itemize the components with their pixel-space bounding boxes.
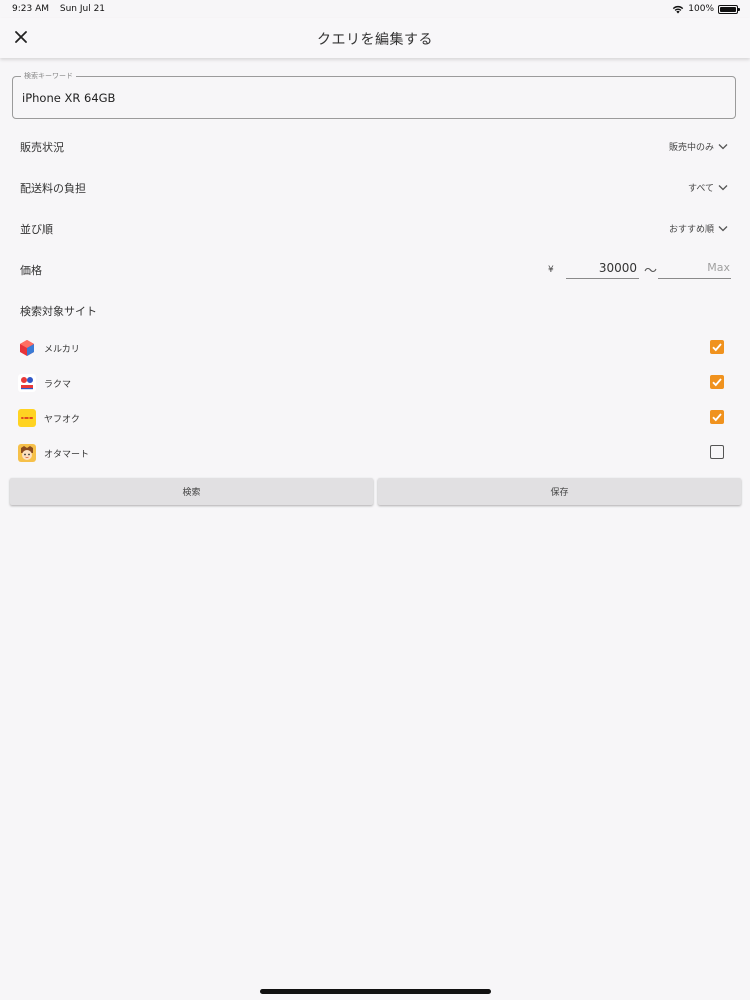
sites-row: 検索対象サイト — [20, 300, 730, 320]
sale-status-value: 販売中のみ — [668, 143, 714, 153]
app-bar: クエリを編集する — [0, 18, 750, 58]
shipping-row: 配送料の負担 すべて — [20, 177, 730, 197]
site-label: ラクマ — [44, 380, 72, 390]
site-item-rakuma[interactable]: ラクマ — [18, 373, 726, 393]
price-min-input[interactable]: 30000 — [566, 259, 639, 279]
chevron-down-icon — [718, 226, 728, 232]
yahuoku-icon — [18, 409, 36, 427]
sale-status-dropdown[interactable]: 販売中のみ — [669, 140, 728, 153]
otamart-icon — [18, 444, 36, 462]
status-right: 100% — [672, 4, 740, 14]
page-title: クエリを編集する — [317, 32, 433, 48]
wifi-icon — [673, 5, 684, 13]
search-button[interactable]: 検索 — [10, 478, 373, 505]
rakuma-icon — [18, 374, 36, 392]
sort-value: おすすめ順 — [668, 225, 714, 235]
status-time: 9:23 AM — [12, 4, 49, 14]
site-item-mercari[interactable]: メルカリ — [18, 338, 726, 358]
sites-label: 検索対象サイト — [20, 305, 97, 318]
checkmark-icon — [712, 378, 722, 387]
price-separator: ～ — [644, 264, 658, 279]
sort-dropdown[interactable]: おすすめ順 — [669, 222, 728, 235]
shipping-dropdown[interactable]: すべて — [688, 181, 728, 194]
price-max-input[interactable]: Max — [658, 259, 731, 279]
site-checkbox-mercari[interactable] — [710, 340, 724, 354]
site-item-otamart[interactable]: オタマート — [18, 443, 726, 463]
site-label: ヤフオク — [44, 415, 80, 425]
status-left: 9:23 AM Sun Jul 21 — [12, 4, 113, 14]
sort-label: 並び順 — [20, 223, 53, 236]
site-item-yahuoku[interactable]: ヤフオク — [18, 408, 726, 428]
site-checkbox-otamart[interactable] — [710, 445, 724, 459]
price-label: 価格 — [20, 264, 42, 277]
battery-percent: 100% — [688, 4, 714, 14]
shipping-label: 配送料の負担 — [20, 182, 86, 195]
sale-status-label: 販売状況 — [20, 141, 64, 154]
checkmark-icon — [712, 343, 722, 352]
currency-symbol: ¥ — [548, 265, 554, 275]
sort-row: 並び順 おすすめ順 — [20, 218, 730, 238]
checkmark-icon — [712, 413, 722, 422]
keyword-input[interactable] — [22, 89, 712, 107]
mercari-icon — [18, 339, 36, 357]
status-bar: 9:23 AM Sun Jul 21 100% — [0, 0, 750, 18]
site-checkbox-yahuoku[interactable] — [710, 410, 724, 424]
price-row: 価格 ¥ 30000 ～ Max — [20, 259, 731, 283]
battery-icon — [718, 4, 740, 14]
keyword-field[interactable]: 検索キーワード — [12, 71, 736, 119]
home-indicator — [260, 989, 491, 994]
status-date: Sun Jul 21 — [59, 4, 106, 14]
keyword-label: 検索キーワード — [21, 71, 76, 81]
save-button[interactable]: 保存 — [378, 478, 741, 505]
site-checkbox-rakuma[interactable] — [710, 375, 724, 389]
site-label: オタマート — [44, 450, 90, 460]
chevron-down-icon — [718, 185, 728, 191]
shipping-value: すべて — [687, 184, 714, 194]
chevron-down-icon — [718, 144, 728, 150]
site-label: メルカリ — [44, 345, 80, 355]
sale-status-row: 販売状況 販売中のみ — [20, 136, 730, 156]
